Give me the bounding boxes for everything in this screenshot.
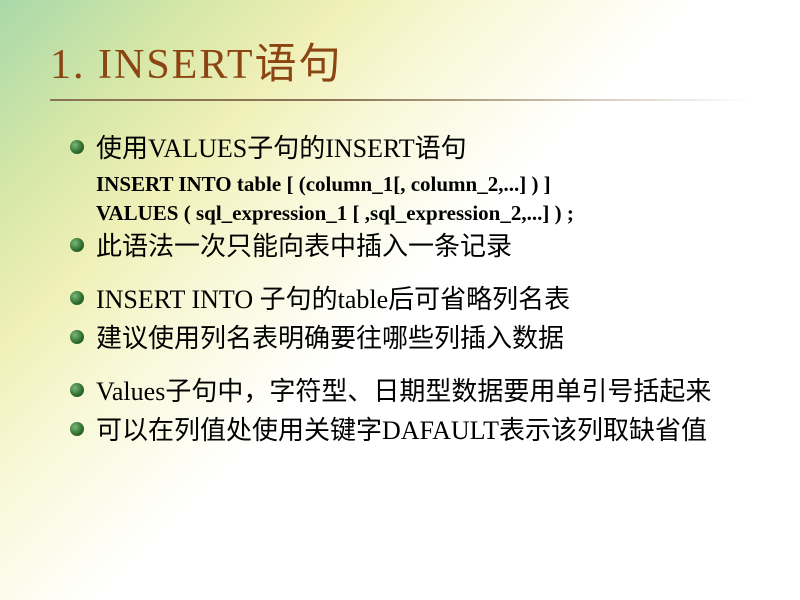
bullet-icon xyxy=(70,383,84,397)
bullet-icon xyxy=(70,422,84,436)
code-line: INSERT INTO table [ (column_1[, column_2… xyxy=(96,170,750,199)
bullet-text: 使用VALUES子句的INSERT语句 xyxy=(96,131,467,166)
slide-container: 1. INSERT语句 使用VALUES子句的INSERT语句 INSERT I… xyxy=(0,0,800,482)
bullet-icon xyxy=(70,330,84,344)
bullet-icon xyxy=(70,238,84,252)
bullet-item: 此语法一次只能向表中插入一条记录 xyxy=(70,229,750,264)
slide-title: 1. INSERT语句 xyxy=(50,30,750,91)
bullet-icon xyxy=(70,140,84,154)
bullet-item: INSERT INTO 子句的table后可省略列名表 xyxy=(70,282,750,317)
bullet-icon xyxy=(70,291,84,305)
bullet-text: Values子句中，字符型、日期型数据要用单引号括起来 xyxy=(96,374,711,409)
bullet-item: 建议使用列名表明确要往哪些列插入数据 xyxy=(70,321,750,356)
bullet-item: 使用VALUES子句的INSERT语句 xyxy=(70,131,750,166)
bullet-item: Values子句中，字符型、日期型数据要用单引号括起来 xyxy=(70,374,750,409)
bullet-text: 建议使用列名表明确要往哪些列插入数据 xyxy=(96,321,564,356)
title-underline xyxy=(50,99,750,101)
bullet-item: 可以在列值处使用关键字DAFAULT表示该列取缺省值 xyxy=(70,413,750,448)
bullet-text: 此语法一次只能向表中插入一条记录 xyxy=(96,229,512,264)
bullet-text: INSERT INTO 子句的table后可省略列名表 xyxy=(96,282,570,317)
bullet-text: 可以在列值处使用关键字DAFAULT表示该列取缺省值 xyxy=(96,413,707,448)
code-line: VALUES ( sql_expression_1 [ ,sql_express… xyxy=(96,199,750,228)
slide-content: 使用VALUES子句的INSERT语句 INSERT INTO table [ … xyxy=(50,131,750,448)
